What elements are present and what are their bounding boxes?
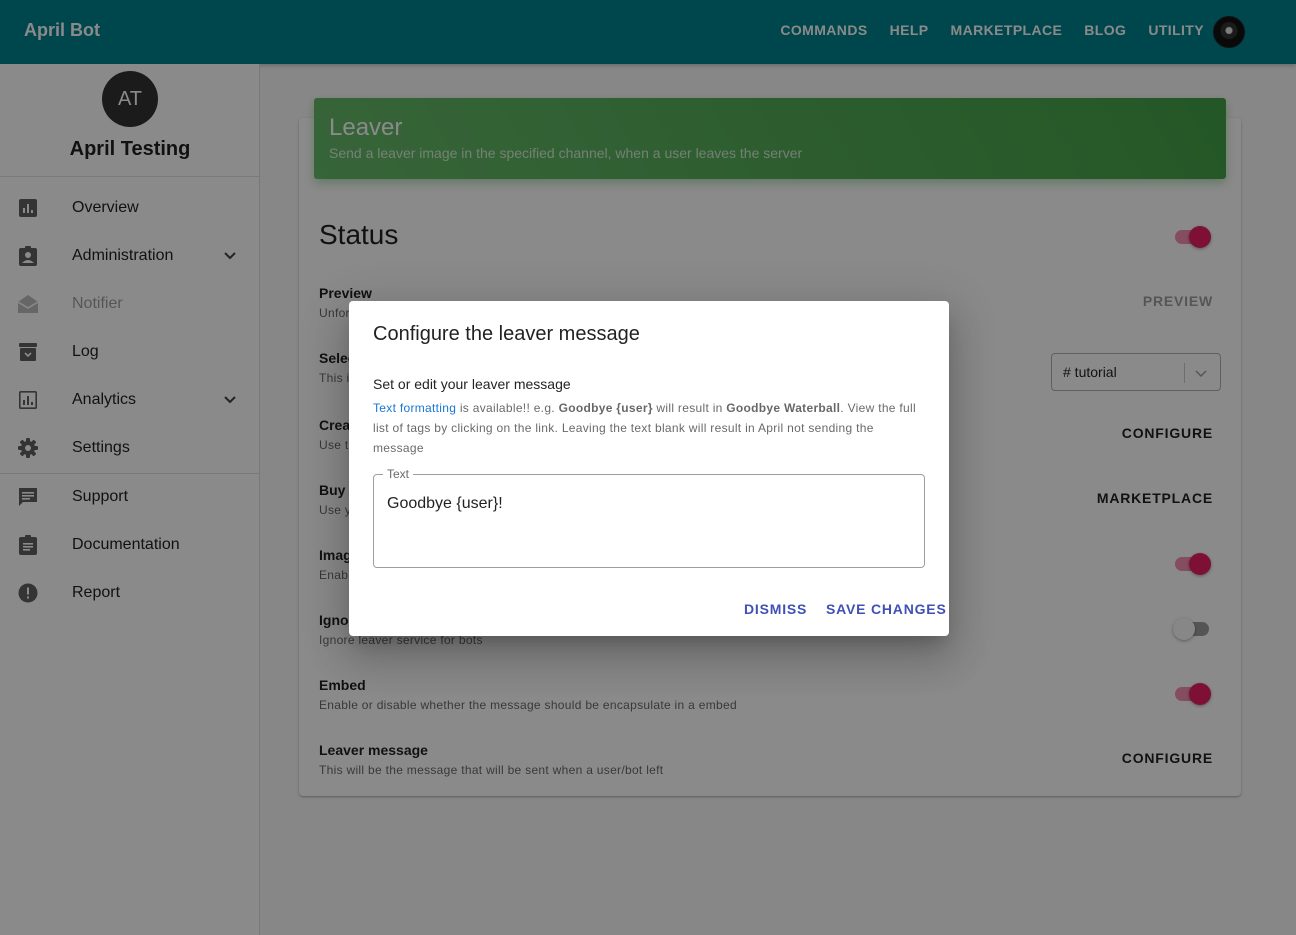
text-field-value[interactable]: Goodbye {user}! [387,495,503,513]
dialog-description: Text formatting is available!! e.g. Good… [373,398,925,458]
description-result: Goodbye Waterball [726,401,841,415]
description-text: will result in [652,401,727,415]
dialog-subtitle: Set or edit your leaver message [373,376,571,392]
configure-message-dialog: Configure the leaver message Set or edit… [349,301,949,636]
message-text-field[interactable]: Text Goodbye {user}! [373,467,925,568]
text-formatting-link[interactable]: Text formatting [373,401,456,415]
dismiss-button[interactable]: DISMISS [744,601,807,617]
text-field-label: Text [383,467,414,481]
description-example: Goodbye {user} [558,401,653,415]
description-text: is available!! e.g. [456,401,559,415]
dialog-title: Configure the leaver message [373,323,640,345]
save-changes-button[interactable]: SAVE CHANGES [826,601,947,617]
